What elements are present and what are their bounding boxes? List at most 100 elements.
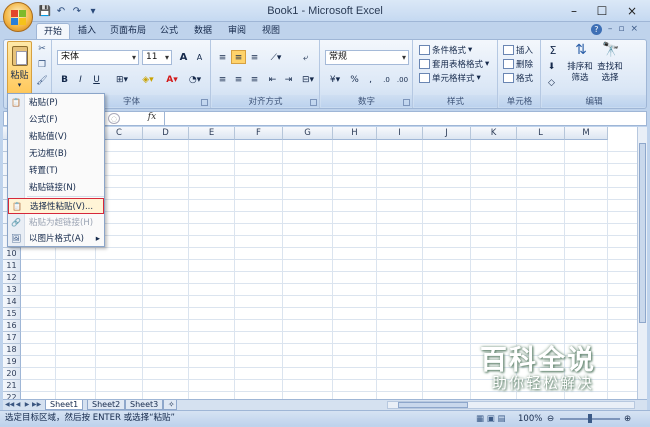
font-color-button[interactable]: A▾ xyxy=(161,72,183,86)
row-header[interactable]: 14 xyxy=(3,296,21,308)
font-name-combo[interactable]: 宋体 xyxy=(57,50,139,65)
column-header[interactable]: M xyxy=(565,127,608,140)
insert-sheet-icon[interactable]: ✧ xyxy=(163,400,177,410)
shrink-font-button[interactable]: A xyxy=(192,50,207,64)
menu-item[interactable]: 📋 选择性粘贴(V)... xyxy=(8,198,104,214)
clear-icon[interactable]: ◇ xyxy=(544,75,559,89)
column-header[interactable]: H xyxy=(333,127,377,140)
ribbon-restore-icon[interactable]: ▫ xyxy=(618,24,624,35)
row-header[interactable]: 21 xyxy=(3,380,21,392)
increase-indent-icon[interactable]: ⇥ xyxy=(281,72,296,86)
row-header[interactable]: 12 xyxy=(3,272,21,284)
close-button[interactable]: × xyxy=(618,2,646,20)
sheet-tab-sheet3[interactable]: Sheet3 xyxy=(125,400,164,410)
orientation-icon[interactable]: ⟋▾ xyxy=(265,50,287,64)
tab-insert[interactable]: 插入 xyxy=(72,23,102,39)
font-size-combo[interactable]: 11 xyxy=(142,50,172,65)
row-header[interactable]: 17 xyxy=(3,332,21,344)
last-sheet-icon[interactable]: ▶▶ xyxy=(32,400,41,410)
row-header[interactable]: 20 xyxy=(3,368,21,380)
copy-icon[interactable]: ❐ xyxy=(36,59,48,71)
underline-button[interactable]: U xyxy=(89,72,104,86)
maximize-button[interactable]: ☐ xyxy=(588,2,616,20)
bold-button[interactable]: B xyxy=(57,72,72,86)
column-header[interactable]: K xyxy=(471,127,517,140)
tab-view[interactable]: 视图 xyxy=(256,23,286,39)
percent-button[interactable]: % xyxy=(347,72,362,86)
column-header[interactable]: I xyxy=(377,127,423,140)
cell-styles-button[interactable]: 单元格样式 ▾ xyxy=(419,72,481,84)
office-button[interactable] xyxy=(3,2,33,32)
align-left-icon[interactable]: ≡ xyxy=(215,72,230,86)
number-format-combo[interactable]: 常规 xyxy=(325,50,409,65)
format-painter-icon[interactable]: 🖌 xyxy=(36,75,48,87)
row-header[interactable]: 13 xyxy=(3,284,21,296)
minimize-button[interactable]: – xyxy=(560,2,588,20)
comma-button[interactable]: , xyxy=(363,72,378,86)
autosum-button[interactable]: Σ xyxy=(544,43,562,57)
prev-sheet-icon[interactable]: ◀ xyxy=(14,400,22,410)
italic-button[interactable]: I xyxy=(73,72,88,86)
row-header[interactable]: 16 xyxy=(3,320,21,332)
view-buttons[interactable]: ▦ ▣ ▤ xyxy=(476,412,506,427)
row-header[interactable]: 15 xyxy=(3,308,21,320)
fill-color-button[interactable]: ◈▾ xyxy=(137,72,159,86)
menu-item[interactable]: 粘贴链接(N) xyxy=(8,180,104,196)
vertical-scroll-thumb[interactable] xyxy=(639,143,646,323)
decrease-indent-icon[interactable]: ⇤ xyxy=(265,72,280,86)
format-cells-button[interactable]: 格式 xyxy=(503,72,533,84)
column-header[interactable]: E xyxy=(189,127,235,140)
menu-item[interactable]: 无边框(B) xyxy=(8,146,104,162)
align-right-icon[interactable]: ≡ xyxy=(247,72,262,86)
format-as-table-button[interactable]: 套用表格格式 ▾ xyxy=(419,58,489,70)
column-header[interactable]: L xyxy=(517,127,565,140)
increase-decimal-icon[interactable]: .0 xyxy=(379,72,394,86)
next-sheet-icon[interactable]: ▶ xyxy=(23,400,31,410)
currency-icon[interactable]: ¥▾ xyxy=(325,72,345,86)
column-header[interactable]: F xyxy=(235,127,283,140)
align-top-icon[interactable]: ≡ xyxy=(215,50,230,64)
column-header[interactable]: D xyxy=(143,127,189,140)
align-middle-icon[interactable]: ≡ xyxy=(231,50,246,64)
menu-item[interactable]: 📋 粘贴(P) xyxy=(8,95,104,111)
wrap-text-icon[interactable]: ⤶ xyxy=(298,50,313,64)
cut-icon[interactable]: ✂ xyxy=(36,43,48,55)
border-button[interactable]: ⊞▾ xyxy=(111,72,133,86)
zoom-slider-thumb[interactable] xyxy=(588,414,592,423)
tab-page-layout[interactable]: 页面布局 xyxy=(104,23,152,39)
vertical-scrollbar[interactable] xyxy=(637,127,647,399)
tab-formulas[interactable]: 公式 xyxy=(154,23,184,39)
formula-expand-icon[interactable]: ◌ xyxy=(108,113,120,124)
paste-button[interactable]: 粘贴 ▾ xyxy=(7,41,32,95)
row-header[interactable]: 19 xyxy=(3,356,21,368)
delete-cells-button[interactable]: 删除 xyxy=(503,58,533,70)
find-select-button[interactable]: 查找和 选择 xyxy=(596,62,624,84)
column-header[interactable]: J xyxy=(423,127,471,140)
phonetic-button[interactable]: ◔▾ xyxy=(185,72,205,86)
menu-item[interactable]: 公式(F) xyxy=(8,112,104,128)
sheet-tab-sheet1[interactable]: Sheet1 xyxy=(45,400,84,410)
zoom-out-icon[interactable]: ⊖ xyxy=(547,412,554,427)
sort-filter-button[interactable]: 排序和 筛选 xyxy=(566,62,594,84)
menu-item[interactable]: 粘贴值(V) xyxy=(8,129,104,145)
alignment-dialog-launcher[interactable] xyxy=(310,99,317,106)
align-bottom-icon[interactable]: ≡ xyxy=(247,50,262,64)
fill-icon[interactable]: ⬇ xyxy=(544,59,559,73)
number-dialog-launcher[interactable] xyxy=(403,99,410,106)
ribbon-minimize-icon[interactable]: – xyxy=(608,24,613,35)
tab-home[interactable]: 开始 xyxy=(36,23,70,39)
row-header[interactable]: 22 xyxy=(3,392,21,399)
insert-cells-button[interactable]: 插入 xyxy=(503,44,533,56)
zoom-in-icon[interactable]: ⊕ xyxy=(624,412,631,427)
decrease-decimal-icon[interactable]: .00 xyxy=(395,72,410,86)
conditional-format-button[interactable]: 条件格式 ▾ xyxy=(419,44,472,56)
sheet-tab-sheet2[interactable]: Sheet2 xyxy=(87,400,126,410)
merge-center-icon[interactable]: ⊟▾ xyxy=(298,72,318,86)
first-sheet-icon[interactable]: ◀◀ xyxy=(5,400,14,410)
help-icon[interactable]: ? xyxy=(590,24,602,35)
tab-review[interactable]: 审阅 xyxy=(222,23,252,39)
row-header[interactable]: 10 xyxy=(3,248,21,260)
ribbon-close-icon[interactable]: × xyxy=(630,24,638,35)
horizontal-scrollbar[interactable] xyxy=(387,401,635,409)
font-dialog-launcher[interactable] xyxy=(201,99,208,106)
